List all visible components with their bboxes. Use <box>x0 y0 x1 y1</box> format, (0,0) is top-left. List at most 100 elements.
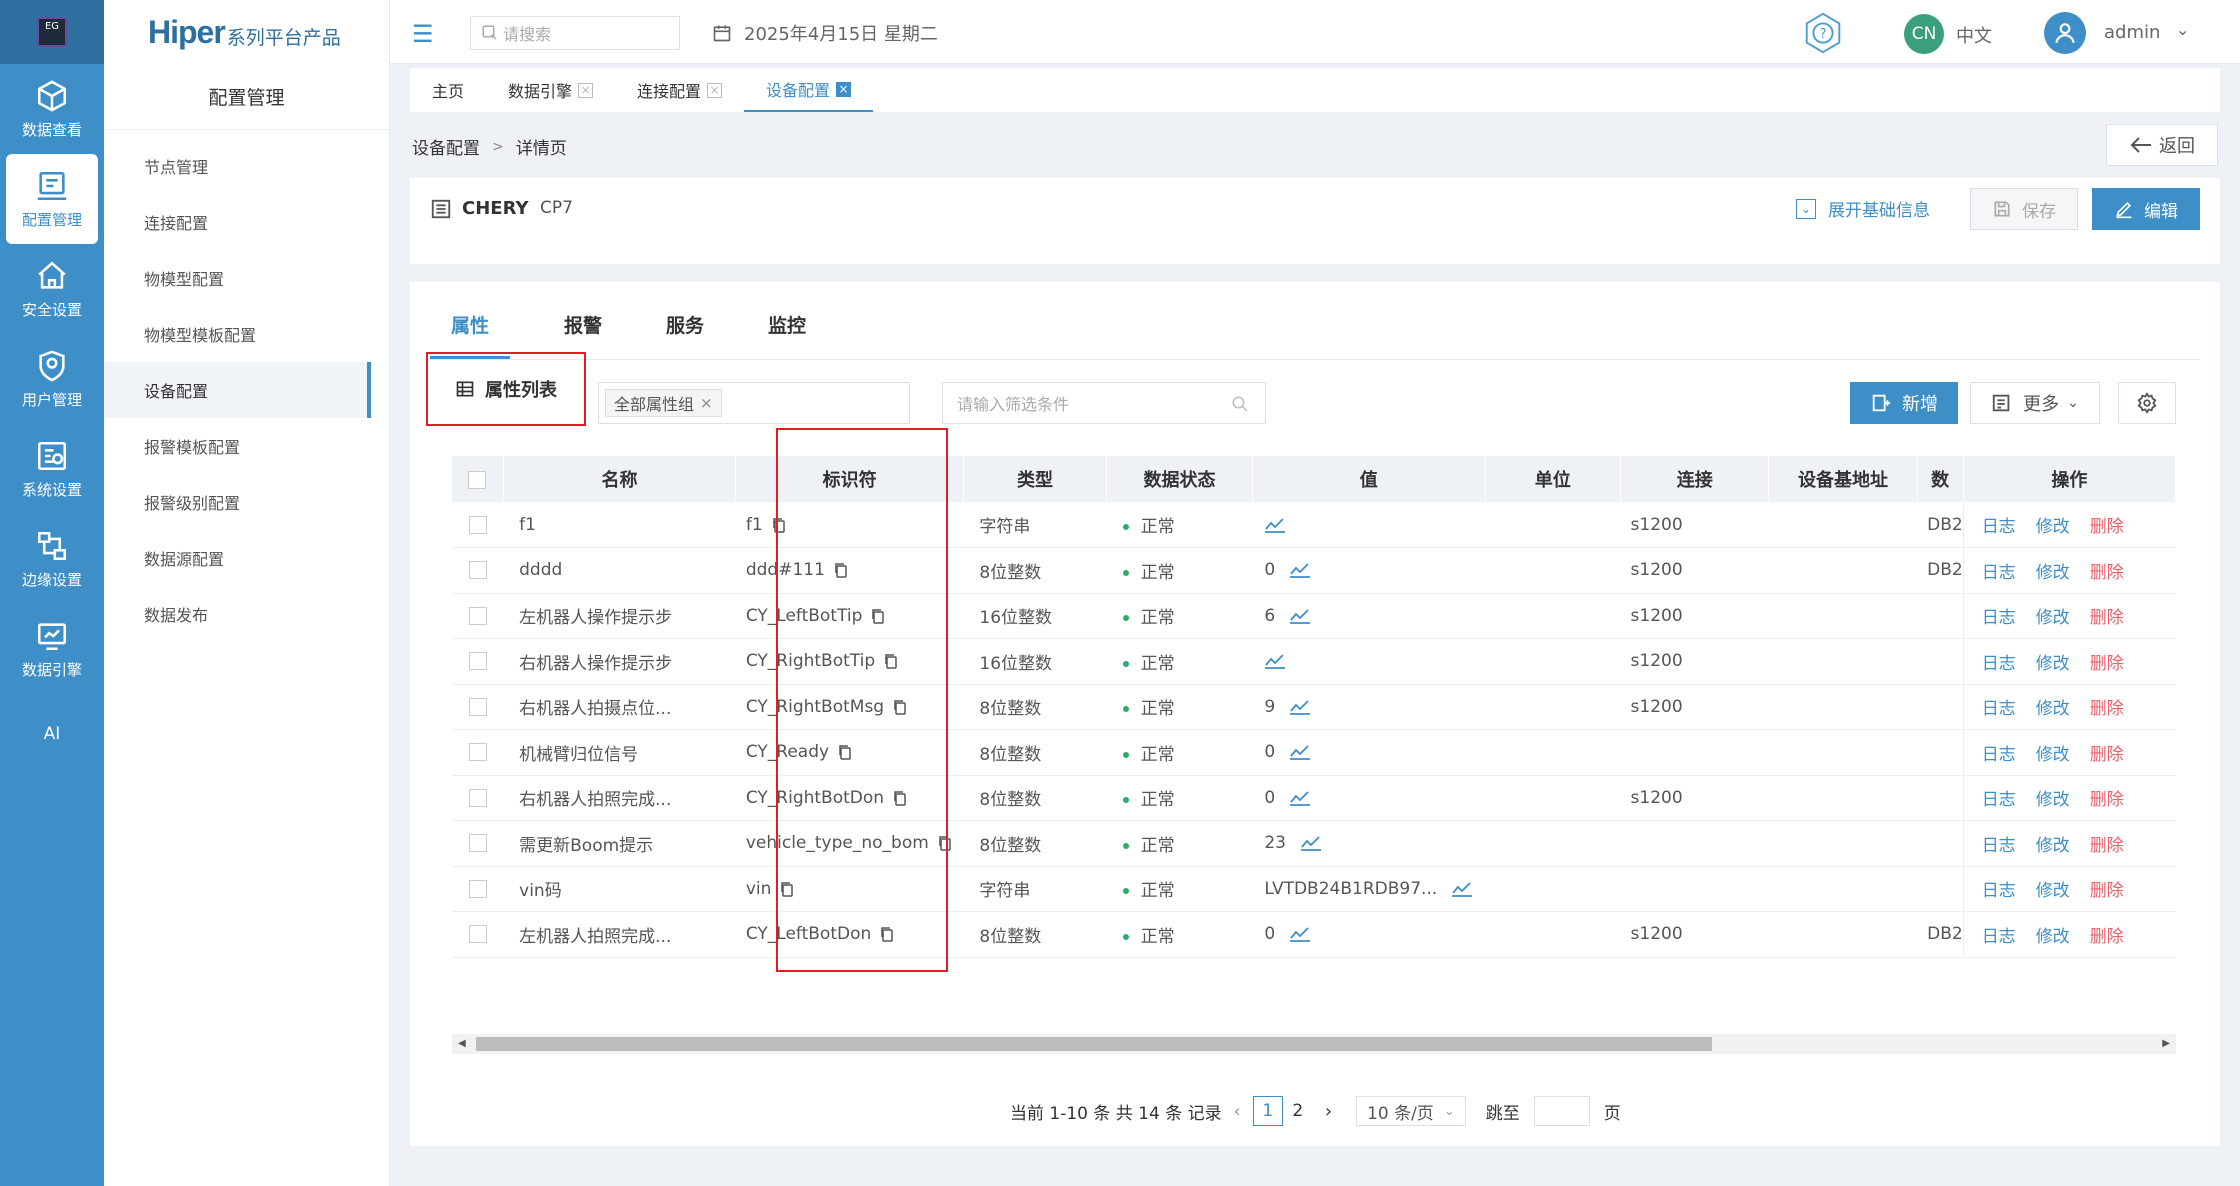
tag-close-icon[interactable]: × <box>700 394 713 412</box>
menu-toggle-icon[interactable]: ☰ <box>412 20 434 48</box>
copy-icon[interactable] <box>837 744 853 760</box>
row-checkbox[interactable] <box>468 743 487 762</box>
trend-chart-icon[interactable] <box>1264 517 1286 533</box>
sidebar-item-alarm-level[interactable]: 报警级别配置 <box>104 474 389 530</box>
expand-basic-info-link[interactable]: ⌄ 展开基础信息 <box>1796 196 1930 221</box>
copy-icon[interactable] <box>892 699 908 715</box>
column-header-truncated[interactable]: 数 <box>1917 456 1964 502</box>
close-icon[interactable]: × <box>578 82 594 98</box>
table-row[interactable]: 需更新Boom提示 vehicle_type_no_bom 8位整数 正常 23 日志 修改… <box>452 820 2176 867</box>
sidebar-item-thing-model-config[interactable]: 物模型配置 <box>104 250 389 306</box>
column-settings-button[interactable] <box>2118 382 2176 424</box>
tab-alarms[interactable]: 报警 <box>532 296 634 359</box>
rail-item-config[interactable]: 配置管理 <box>6 154 98 244</box>
copy-icon[interactable] <box>892 790 908 806</box>
table-row[interactable]: 左机器人操作提示步 CY_LeftBotTip 16位整数 正常 6 s1200 日志 修改删… <box>452 593 2176 639</box>
user-avatar[interactable] <box>2044 12 2086 54</box>
back-button[interactable]: 返回 <box>2106 124 2218 166</box>
select-all-checkbox[interactable] <box>468 470 487 489</box>
sidebar-item-node-management[interactable]: 节点管理 <box>104 138 389 194</box>
scroll-right-icon[interactable]: ▶ <box>2162 1034 2170 1054</box>
log-link[interactable]: 日志 <box>1982 654 2016 674</box>
table-row[interactable]: 左机器人拍照完成... CY_LeftBotDon 8位整数 正常 0 s1200 DB2 日… <box>452 911 2176 958</box>
delete-link[interactable]: 删除 <box>2090 563 2124 583</box>
trend-chart-icon[interactable] <box>1289 699 1311 715</box>
copy-icon[interactable] <box>779 881 795 897</box>
table-row[interactable]: 右机器人操作提示步 CY_RightBotTip 16位整数 正常 s1200 日志 修改删… <box>452 638 2176 685</box>
chevron-down-icon[interactable]: ⌄ <box>2176 20 2189 39</box>
sidebar-item-data-publish[interactable]: 数据发布 <box>104 586 389 642</box>
page-button-2[interactable]: 2 <box>1283 1096 1313 1126</box>
more-button[interactable]: 更多 ⌄ <box>1970 382 2100 424</box>
tab-services[interactable]: 服务 <box>634 296 736 359</box>
log-link[interactable]: 日志 <box>1982 836 2016 856</box>
edit-link[interactable]: 修改 <box>2036 563 2070 583</box>
sidebar-item-device-config[interactable]: 设备配置 <box>104 362 371 418</box>
horizontal-scrollbar[interactable]: ◀ ▶ <box>452 1034 2176 1054</box>
edit-link[interactable]: 修改 <box>2036 927 2070 947</box>
log-link[interactable]: 日志 <box>1982 563 2016 583</box>
sidebar-item-thing-model-template[interactable]: 物模型模板配置 <box>104 306 389 362</box>
table-row[interactable]: f1 f1 字符串 正常 s1200 DB2 日志 修改 删除 <box>452 502 2176 548</box>
add-button[interactable]: 新增 <box>1850 382 1958 424</box>
row-checkbox[interactable] <box>468 834 487 853</box>
trend-chart-icon[interactable] <box>1300 835 1322 852</box>
row-checkbox[interactable] <box>468 606 487 625</box>
column-header-type[interactable]: 类型 <box>963 456 1108 502</box>
column-header-base-address[interactable]: 设备基地址 <box>1768 456 1918 502</box>
next-page-icon[interactable]: › <box>1325 1101 1332 1122</box>
column-header-value[interactable]: 值 <box>1252 456 1486 502</box>
trend-chart-icon[interactable] <box>1451 881 1473 897</box>
save-button[interactable]: 保存 <box>1970 188 2078 230</box>
rail-item-security[interactable]: 安全设置 <box>0 244 104 334</box>
jump-page-input[interactable] <box>1533 1096 1590 1126</box>
column-header-name[interactable]: 名称 <box>503 456 737 502</box>
log-link[interactable]: 日志 <box>1982 699 2016 719</box>
copy-icon[interactable] <box>833 562 849 578</box>
attribute-list-button[interactable]: 属性列表 <box>426 352 586 426</box>
rail-item-ai[interactable]: AI <box>0 694 104 774</box>
breadcrumb-item[interactable]: 设备配置 <box>412 134 480 159</box>
prev-page-icon[interactable]: ‹ <box>1234 1101 1241 1122</box>
search-input[interactable]: 请搜索 <box>470 16 680 50</box>
sidebar-item-alarm-template[interactable]: 报警模板配置 <box>104 418 389 474</box>
log-link[interactable]: 日志 <box>1982 608 2016 628</box>
delete-link[interactable]: 删除 <box>2090 517 2124 537</box>
column-header-connection[interactable]: 连接 <box>1620 456 1770 502</box>
tab-connection-config[interactable]: 连接配置 × <box>615 68 744 112</box>
table-row[interactable]: dddd ddd#111 8位整数 正常 0 s1200 DB2 日志 修改 删除 <box>452 547 2176 594</box>
delete-link[interactable]: 删除 <box>2090 927 2124 947</box>
rail-item-data-view[interactable]: 数据查看 <box>0 64 104 154</box>
delete-link[interactable]: 删除 <box>2090 608 2124 628</box>
row-checkbox[interactable] <box>468 925 487 944</box>
page-button-1[interactable]: 1 <box>1252 1096 1283 1126</box>
edit-link[interactable]: 修改 <box>2036 836 2070 856</box>
table-row[interactable]: 右机器人拍照完成... CY_RightBotDon 8位整数 正常 0 s1200 日志修… <box>452 775 2176 821</box>
edit-link[interactable]: 修改 <box>2036 745 2070 765</box>
edit-link[interactable]: 修改 <box>2036 517 2070 537</box>
row-checkbox[interactable] <box>468 697 487 716</box>
column-header-identifier[interactable]: 标识符 <box>735 456 964 502</box>
log-link[interactable]: 日志 <box>1982 745 2016 765</box>
log-link[interactable]: 日志 <box>1982 517 2016 537</box>
edit-link[interactable]: 修改 <box>2036 699 2070 719</box>
row-checkbox[interactable] <box>468 788 487 807</box>
column-header-unit[interactable]: 单位 <box>1485 456 1622 502</box>
edit-button[interactable]: 编辑 <box>2092 188 2200 230</box>
row-checkbox[interactable] <box>468 879 487 898</box>
sidebar-item-connection-config[interactable]: 连接配置 <box>104 194 389 250</box>
log-link[interactable]: 日志 <box>1982 790 2016 810</box>
page-size-select[interactable]: 10 条/页 ⌄ <box>1356 1096 1466 1126</box>
copy-icon[interactable] <box>883 653 899 669</box>
delete-link[interactable]: 删除 <box>2090 654 2124 674</box>
close-icon[interactable]: × <box>836 81 852 97</box>
help-icon[interactable]: ? <box>1800 10 1846 56</box>
copy-icon[interactable] <box>879 926 895 942</box>
trend-chart-icon[interactable] <box>1289 790 1311 806</box>
user-name[interactable]: admin <box>2104 22 2160 43</box>
copy-icon[interactable] <box>870 608 886 624</box>
log-link[interactable]: 日志 <box>1982 881 2016 901</box>
scroll-left-icon[interactable]: ◀ <box>458 1034 466 1054</box>
copy-icon[interactable] <box>937 835 953 851</box>
copy-icon[interactable] <box>771 517 787 533</box>
